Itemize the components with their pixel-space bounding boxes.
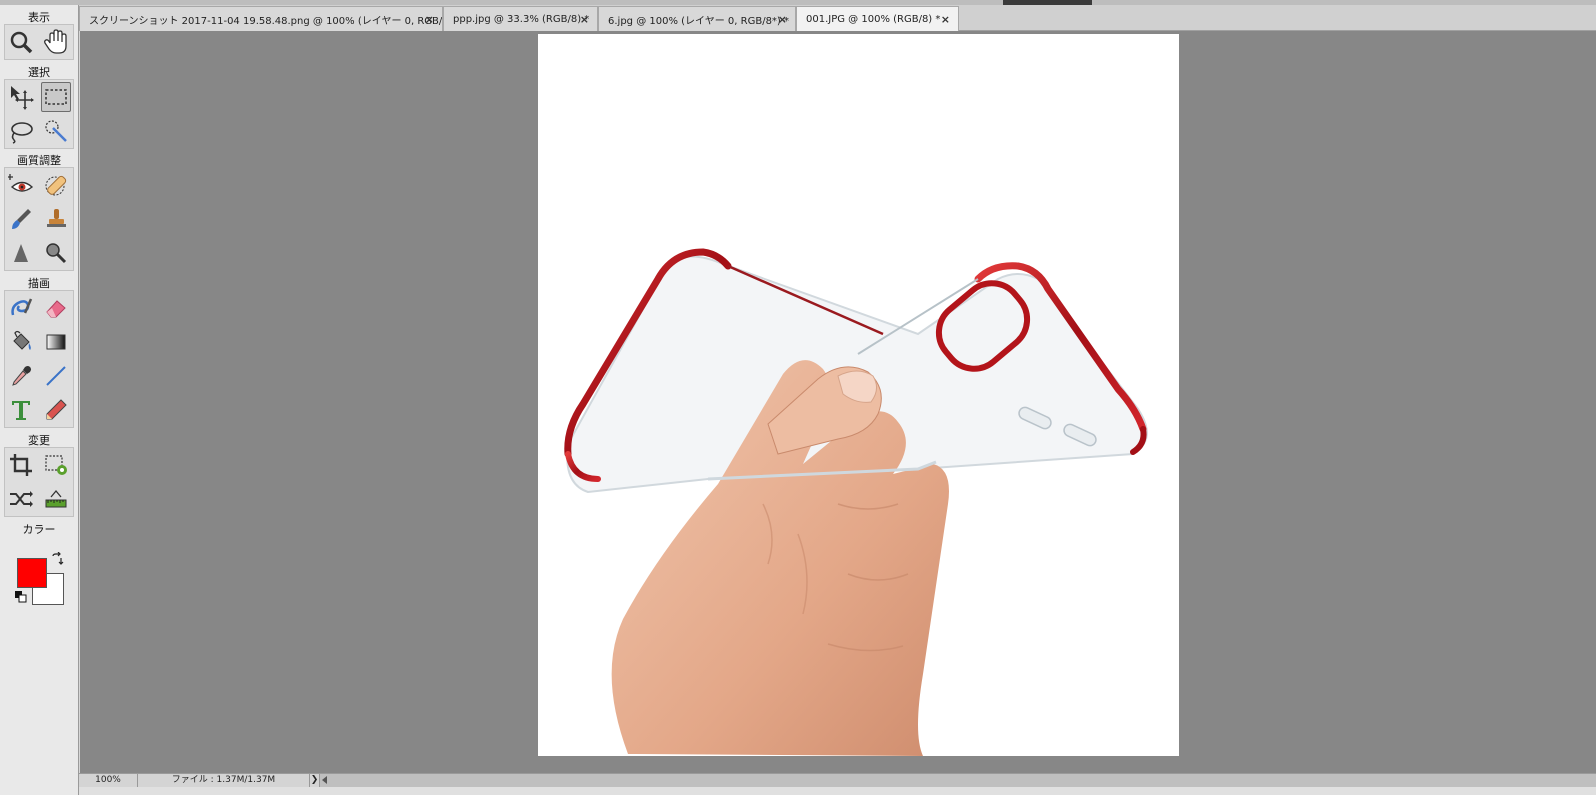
- move-tool[interactable]: [6, 82, 36, 112]
- magnifier-icon: [46, 243, 67, 264]
- scroll-left-icon[interactable]: [322, 776, 327, 784]
- bandage-icon: [45, 175, 67, 196]
- straighten-tool[interactable]: [41, 484, 71, 514]
- brush-tool[interactable]: [6, 293, 36, 323]
- rectangular-marquee-tool[interactable]: [41, 82, 71, 112]
- document-tab-ppp[interactable]: ppp.jpg @ 33.3% (RGB/8) * ×: [443, 6, 598, 31]
- tab-close-icon[interactable]: ×: [941, 13, 950, 26]
- pencil-tool[interactable]: [41, 395, 71, 425]
- section-label-modify: 変更: [28, 434, 50, 447]
- document-tab-bar: スクリーンショット 2017-11-04 19.58.48.png @ 100%…: [79, 5, 1596, 31]
- tool-group-draw: [4, 290, 74, 428]
- tab-close-icon[interactable]: ×: [425, 13, 434, 26]
- tab-label: スクリーンショット 2017-11-04 19.58.48.png @ 100%…: [89, 15, 443, 27]
- photo-editor-window: 表示 選択 画質調整 描画 変更 カラー スクリーンショット 2017-11-0…: [0, 0, 1596, 795]
- content-aware-move-tool[interactable]: [6, 484, 36, 514]
- eye-icon: [8, 174, 34, 192]
- section-label-draw: 描画: [28, 277, 50, 290]
- quick-selection-tool[interactable]: [41, 116, 71, 146]
- status-bar: 100% ファイル : 1.37M/1.37M ❯: [79, 773, 1596, 787]
- zoom-tool[interactable]: [6, 27, 36, 57]
- document-image[interactable]: [538, 34, 1179, 756]
- document-tab-6[interactable]: 6.jpg @ 100% (レイヤー 0, RGB/8*) * ×: [598, 6, 796, 31]
- spot-healing-tool[interactable]: [41, 170, 71, 200]
- hand-tool[interactable]: [41, 27, 71, 57]
- section-label-select: 選択: [28, 66, 50, 79]
- bottom-strip: [79, 787, 1596, 795]
- magic-wand-icon: [45, 120, 67, 142]
- eraser-icon: [46, 300, 66, 318]
- crop-icon: [10, 454, 32, 476]
- tab-label: 6.jpg @ 100% (レイヤー 0, RGB/8*) *: [608, 15, 790, 27]
- bucket-icon: [13, 330, 31, 350]
- tab-label: ppp.jpg @ 33.3% (RGB/8) *: [453, 13, 590, 25]
- section-label-enhance: 画質調整: [17, 154, 61, 167]
- shuffle-icon: [10, 491, 33, 507]
- gradient-icon: [46, 334, 66, 350]
- clone-stamp-tool[interactable]: [41, 204, 71, 234]
- toolbox: 表示 選択 画質調整 描画 変更 カラー: [0, 5, 79, 795]
- sponge-tool[interactable]: [41, 238, 71, 268]
- marquee-icon: [45, 89, 67, 105]
- lasso-tool[interactable]: [6, 116, 36, 146]
- magnifier-icon: [10, 31, 33, 54]
- horizontal-scrollbar[interactable]: [320, 774, 1596, 787]
- tab-close-icon[interactable]: ×: [580, 13, 589, 26]
- swirl-brush-icon: [11, 298, 33, 316]
- recompose-icon: [45, 455, 67, 475]
- brush-icon: [12, 209, 31, 229]
- file-size-info: ファイル : 1.37M/1.37M: [138, 774, 310, 787]
- tool-group-modify: [4, 447, 74, 517]
- foreground-color-swatch[interactable]: [17, 558, 47, 588]
- crop-tool[interactable]: [6, 450, 36, 480]
- document-tab-001[interactable]: 001.JPG @ 100% (RGB/8) * ×: [796, 6, 959, 31]
- tool-group-view: [4, 24, 74, 60]
- tab-label: 001.JPG @ 100% (RGB/8) *: [806, 13, 941, 25]
- stamp-icon: [47, 209, 66, 227]
- line-icon: [46, 366, 66, 386]
- smart-brush-tool[interactable]: [6, 204, 36, 234]
- color-swatches: [14, 552, 66, 605]
- pencil-icon: [46, 399, 67, 420]
- line-tool[interactable]: [41, 361, 71, 391]
- recompose-tool[interactable]: [41, 450, 71, 480]
- document-tab-screenshot[interactable]: スクリーンショット 2017-11-04 19.58.48.png @ 100%…: [79, 6, 443, 31]
- section-label-view: 表示: [28, 11, 50, 24]
- triangle-icon: [14, 244, 28, 262]
- section-label-color: カラー: [22, 523, 56, 536]
- swap-colors-icon[interactable]: [50, 552, 64, 566]
- red-eye-tool[interactable]: [6, 170, 36, 200]
- tab-close-icon[interactable]: ×: [778, 13, 787, 26]
- eyedropper-icon: [12, 366, 31, 386]
- default-colors-icon[interactable]: [14, 590, 28, 604]
- status-menu-arrow[interactable]: ❯: [310, 774, 320, 787]
- blur-tool[interactable]: [6, 238, 36, 268]
- canvas-area[interactable]: [80, 31, 1596, 773]
- straighten-icon: [45, 489, 67, 508]
- hand-icon: [44, 29, 67, 54]
- tool-group-select: [4, 79, 74, 149]
- move-icon: [11, 86, 34, 110]
- eraser-tool[interactable]: [41, 293, 71, 323]
- eyedropper-tool[interactable]: [6, 361, 36, 391]
- zoom-level[interactable]: 100%: [79, 774, 138, 787]
- type-tool[interactable]: [6, 395, 36, 425]
- phone-case-photo: [564, 248, 1148, 756]
- lasso-icon: [11, 122, 33, 144]
- gradient-tool[interactable]: [41, 327, 71, 357]
- paint-bucket-tool[interactable]: [6, 327, 36, 357]
- tool-group-enhance: [4, 167, 74, 271]
- text-icon: [12, 401, 30, 420]
